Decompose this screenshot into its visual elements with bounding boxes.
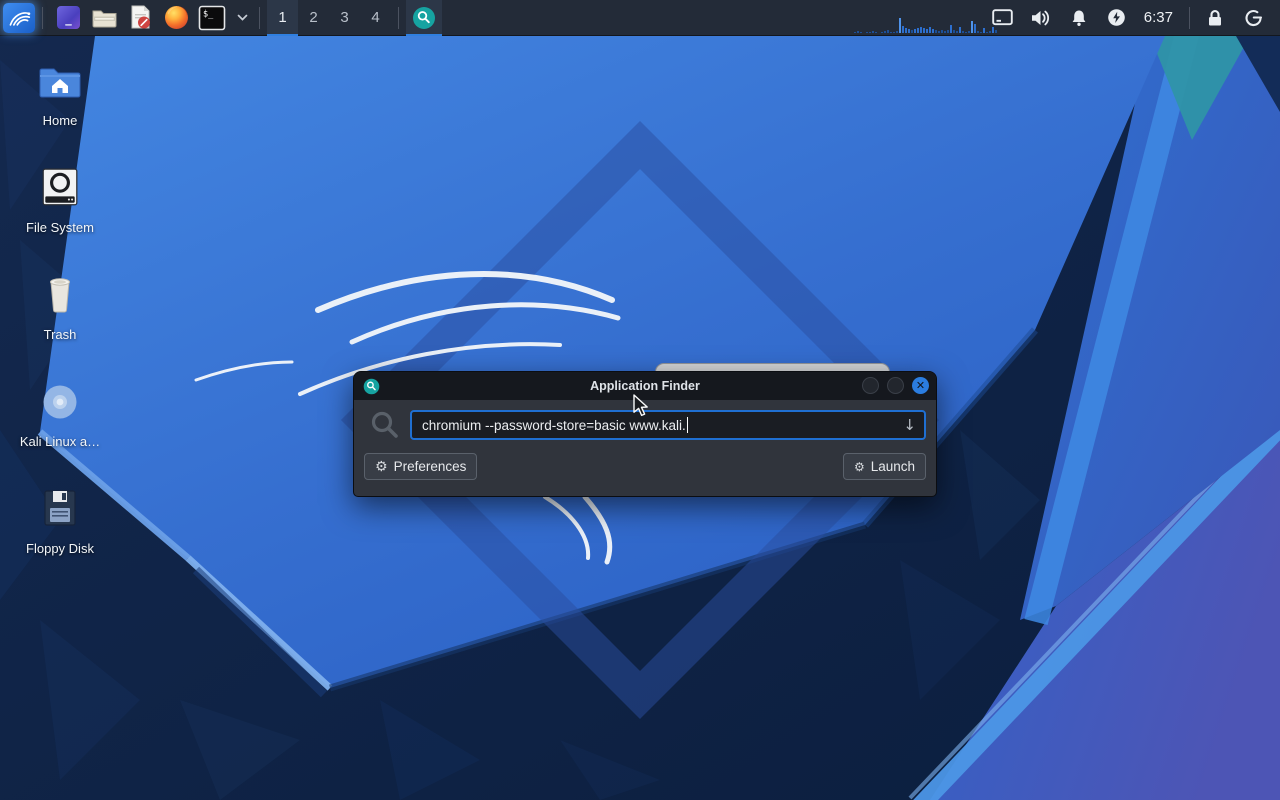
- desktop-icon-label: Trash: [44, 327, 77, 342]
- panel-separator: [398, 7, 399, 29]
- preferences-button-label: Preferences: [394, 459, 467, 474]
- launch-button-label: Launch: [871, 459, 915, 474]
- workspace-button-1[interactable]: 1: [267, 0, 298, 36]
- terminal-icon: $_: [198, 5, 226, 31]
- terminal-dropdown-button[interactable]: [234, 1, 250, 35]
- gear-icon: ⚙: [375, 459, 388, 475]
- logout-icon[interactable]: [1242, 0, 1264, 36]
- notifications-icon[interactable]: [1068, 0, 1090, 36]
- floppy-disk-icon: [40, 488, 80, 530]
- launch-gear-icon: ⚙: [854, 460, 865, 474]
- launcher-terminal[interactable]: $_: [196, 1, 228, 35]
- panel-separator: [1189, 7, 1190, 29]
- desktop-icon-label: Floppy Disk: [26, 541, 94, 556]
- desktop-icon-home[interactable]: Home: [8, 48, 112, 153]
- maximize-button[interactable]: [887, 377, 904, 394]
- volume-icon[interactable]: [1030, 0, 1052, 36]
- app-finder-icon: [412, 6, 436, 30]
- svg-text:$_: $_: [203, 9, 214, 19]
- file-manager-icon: [91, 4, 118, 31]
- optical-disc-icon: [38, 380, 82, 424]
- desktop-purple-icon: [55, 4, 82, 31]
- desktop-icon-trash[interactable]: Trash: [8, 262, 112, 367]
- applications-menu-button[interactable]: [3, 3, 35, 33]
- power-manager-icon[interactable]: [1106, 0, 1128, 36]
- command-input-text: chromium --password-store=basic www.kali…: [422, 418, 686, 433]
- desktop-icon-kali-cdrom[interactable]: Kali Linux a…: [8, 369, 112, 474]
- launcher-firefox[interactable]: [160, 1, 192, 35]
- launcher-desktop-app[interactable]: [52, 1, 84, 35]
- desktop-icon-label: Home: [43, 113, 78, 128]
- dialog-body: chromium --password-store=basic www.kali…: [354, 400, 936, 480]
- preferences-button[interactable]: ⚙ Preferences: [364, 453, 477, 480]
- display-icon[interactable]: [992, 0, 1014, 36]
- home-folder-icon: [37, 62, 83, 100]
- panel-separator: [259, 7, 260, 29]
- dropdown-arrow-icon[interactable]: ↓: [895, 416, 916, 434]
- taskbar-application-finder[interactable]: [406, 0, 442, 36]
- desktop-icon-label: Kali Linux a…: [20, 434, 100, 449]
- desktop-screen: $_ 1 2 3 4: [0, 0, 1280, 800]
- workspace-button-3[interactable]: 3: [329, 0, 360, 36]
- desktop-icon-list: Home File System Trash: [8, 48, 112, 583]
- panel-separator: [42, 7, 43, 29]
- app-finder-icon: [363, 378, 380, 395]
- minimize-button[interactable]: [862, 377, 879, 394]
- launcher-text-editor[interactable]: [124, 1, 156, 35]
- top-panel: $_ 1 2 3 4: [0, 0, 1280, 36]
- close-button[interactable]: ✕: [912, 377, 929, 394]
- desktop-icon-floppy-disk[interactable]: Floppy Disk: [8, 476, 112, 581]
- search-icon: [370, 410, 400, 440]
- clock[interactable]: 6:37: [1144, 9, 1173, 26]
- dialog-titlebar[interactable]: Application Finder ✕: [354, 372, 936, 400]
- application-finder-window: Application Finder ✕ chromium --password…: [353, 371, 937, 497]
- text-editor-icon: [127, 4, 154, 31]
- desktop-icon-label: File System: [26, 220, 94, 235]
- launch-button[interactable]: ⚙ Launch: [843, 453, 926, 480]
- launcher-file-manager[interactable]: [88, 1, 120, 35]
- command-input[interactable]: chromium --password-store=basic www.kali…: [410, 410, 926, 440]
- workspace-button-4[interactable]: 4: [360, 0, 391, 36]
- filesystem-drive-icon: [39, 167, 81, 209]
- kali-dragon-icon: [7, 6, 31, 30]
- desktop-icon-file-system[interactable]: File System: [8, 155, 112, 260]
- system-tray: 6:37: [854, 0, 1280, 36]
- dialog-title: Application Finder: [354, 379, 936, 393]
- trash-icon: [40, 274, 80, 316]
- workspace-button-2[interactable]: 2: [298, 0, 329, 36]
- chevron-down-icon: [237, 14, 248, 21]
- system-monitor-graph[interactable]: [854, 0, 974, 36]
- lock-icon[interactable]: [1204, 0, 1226, 36]
- firefox-icon: [163, 4, 190, 31]
- text-caret: [687, 417, 689, 433]
